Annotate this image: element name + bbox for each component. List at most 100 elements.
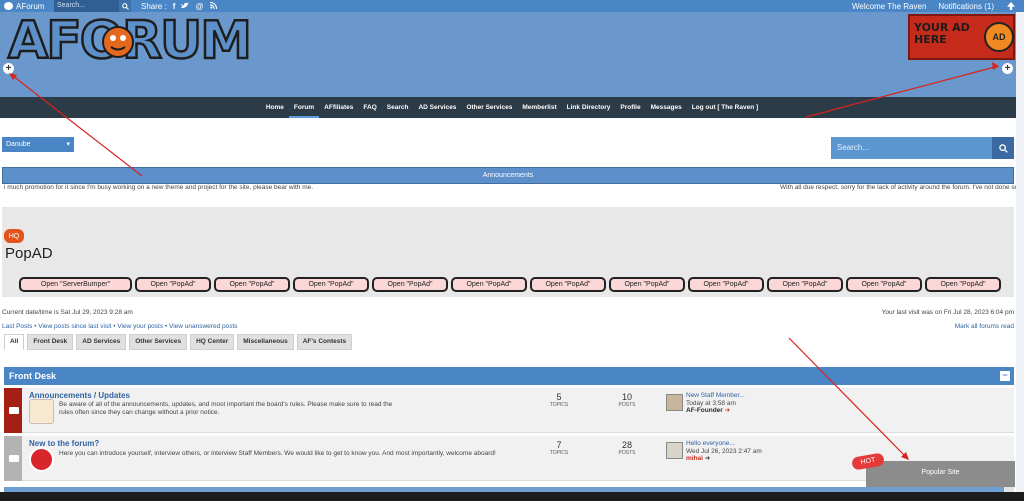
announcements-bar[interactable]: Announcements [2,167,1014,184]
popad-box: HQ PopAD Open "ServerBumper" Open "PopAd… [2,207,1014,297]
open-popad-button[interactable]: Open "PopAd" [372,277,448,292]
current-time: Current date/time is Sat Jul 29, 2023 9:… [2,309,133,316]
top-bar: AForum Search... Share : f @ Welcome The… [0,0,1024,12]
rss-icon[interactable] [209,1,217,11]
brand[interactable]: AForum [0,2,54,11]
topics-stat: 7 TOPICS [539,440,579,456]
open-serverbumper-button[interactable]: Open "ServerBumper" [19,277,132,292]
topics-label: TOPICS [549,402,569,408]
main-nav: Home Forum AFfiliates FAQ Search AD Serv… [0,97,1024,118]
tab-other-services[interactable]: Other Services [129,334,188,350]
forum-name[interactable]: New to the forum? [29,439,99,448]
nav-item-logout[interactable]: Log out [ The Raven ] [687,97,763,118]
posts-count: 10 [621,392,632,402]
open-popad-button[interactable]: Open "PopAd" [688,277,764,292]
top-search-input[interactable]: Search... [54,0,131,12]
tab-all[interactable]: All [4,334,25,350]
tab-hq-center[interactable]: HQ Center [190,334,235,350]
expand-right-icon[interactable]: + [1002,63,1013,74]
facebook-icon[interactable]: f [173,2,176,11]
open-popad-button[interactable]: Open "PopAd" [767,277,843,292]
announcement-ticker: i much promotion for it since I'm busy w… [0,184,1024,192]
nav-item-home[interactable]: Home [261,97,289,118]
ticker-right[interactable]: With all due respect, sorry for the lack… [780,184,1018,191]
category-header[interactable]: Front Desk − [4,367,1014,385]
at-icon[interactable]: @ [195,2,203,11]
theme-select-value: Danube [6,141,31,148]
forum-status-bar [4,388,22,433]
site-logo[interactable]: AFORUM [6,10,270,73]
notifications-label: Notifications [938,1,982,11]
open-popad-button[interactable]: Open "PopAd" [846,277,922,292]
ticker-left[interactable]: i much promotion for it since I'm busy w… [4,184,313,191]
quick-links[interactable]: Last Posts • View posts since last visit… [2,323,238,330]
nav-item-memberlist[interactable]: Memberlist [517,97,561,118]
site-header: AFORUM YOUR AD HERE AD + + [0,10,1024,97]
nav-item-other-services[interactable]: Other Services [461,97,517,118]
tab-ad-services[interactable]: AD Services [76,334,127,350]
posts-stat: 10 POSTS [607,392,647,408]
tab-af-contests[interactable]: AF's Contests [296,334,353,350]
last-post-user[interactable]: mihai [686,455,703,462]
last-visit: Your last visit was on Fri Jul 28, 2023 … [881,309,1014,316]
last-post-text: New Staff Member... Today at 3:58 am AF-… [686,392,745,415]
topics-stat: 5 TOPICS [539,392,579,408]
theme-select[interactable]: Danube ▾ [2,137,74,152]
open-popad-button[interactable]: Open "PopAd" [925,277,1001,292]
right-scroll-strip[interactable] [1016,12,1024,492]
go-arrow-icon[interactable]: ➔ [705,455,710,462]
popad-badge: HQ [4,229,24,243]
go-arrow-icon[interactable]: ➔ [725,407,730,414]
search-icon[interactable] [992,137,1014,159]
nav-item-forum[interactable]: Forum [288,97,320,118]
forum-search-input[interactable]: Search... [831,137,1014,159]
forum-search-placeholder: Search... [837,143,870,152]
tab-miscellaneous[interactable]: Miscellaneous [237,334,294,350]
minimize-icon[interactable]: − [1000,371,1010,381]
folder-icon [9,455,19,462]
open-popad-button[interactable]: Open "PopAd" [214,277,290,292]
nav-item-faq[interactable]: FAQ [358,97,381,118]
app-name: AForum [16,1,45,11]
nav-item-search[interactable]: Search [382,97,414,118]
nav-item-profile[interactable]: Profile [615,97,645,118]
nav-item-affiliates[interactable]: AFfiliates [319,97,358,118]
arrow-up-icon[interactable] [1006,1,1016,11]
open-popad-button[interactable]: Open "PopAd" [451,277,527,292]
open-popad-button[interactable]: Open "PopAd" [293,277,369,292]
last-post-title[interactable]: New Staff Member... [686,392,745,400]
last-post-text: Hello everyone... Wed Jul 26, 2023 2:47 … [686,440,762,463]
forum-row[interactable]: Announcements / Updates Be aware of all … [4,388,1014,433]
last-post-title[interactable]: Hello everyone... [686,440,762,448]
open-popad-button[interactable]: Open "PopAd" [135,277,211,292]
nav-item-link-directory[interactable]: Link Directory [562,97,616,118]
open-popad-button[interactable]: Open "PopAd" [609,277,685,292]
mark-read-link[interactable]: Mark all forums read [955,323,1014,330]
top-search-placeholder: Search... [57,2,86,9]
popular-site-button[interactable]: Popular Site [866,461,1015,487]
notifications-link[interactable]: Notifications (1) [938,2,994,11]
user-avatar[interactable] [666,442,683,459]
ad-text-line2: HERE [914,33,947,46]
news-icon [29,399,54,424]
last-post-user[interactable]: AF-Founder [686,407,723,414]
nav-item-messages[interactable]: Messages [646,97,687,118]
tab-front-desk[interactable]: Front Desk [27,334,74,350]
quick-links-row: Last Posts • View posts since last visit… [2,323,1014,330]
share-bar: Share : f @ [141,1,217,11]
nav-item-ad-services[interactable]: AD Services [413,97,461,118]
folder-icon [9,407,19,414]
open-popad-button[interactable]: Open "PopAd" [530,277,606,292]
expand-left-icon[interactable]: + [3,63,14,74]
ad-banner[interactable]: YOUR AD HERE AD [908,14,1015,60]
twitter-icon[interactable] [181,1,190,11]
ad-mascot: AD [984,22,1014,52]
welcome-text[interactable]: Welcome The Raven [852,2,926,11]
category-tabs: All Front Desk AD Services Other Service… [4,334,353,350]
posts-stat: 28 POSTS [607,440,647,456]
forum-name[interactable]: Announcements / Updates [29,391,130,400]
topics-count: 7 [556,440,562,450]
user-avatar[interactable] [666,394,683,411]
topics-count: 5 [556,392,562,402]
search-icon[interactable] [119,0,131,12]
